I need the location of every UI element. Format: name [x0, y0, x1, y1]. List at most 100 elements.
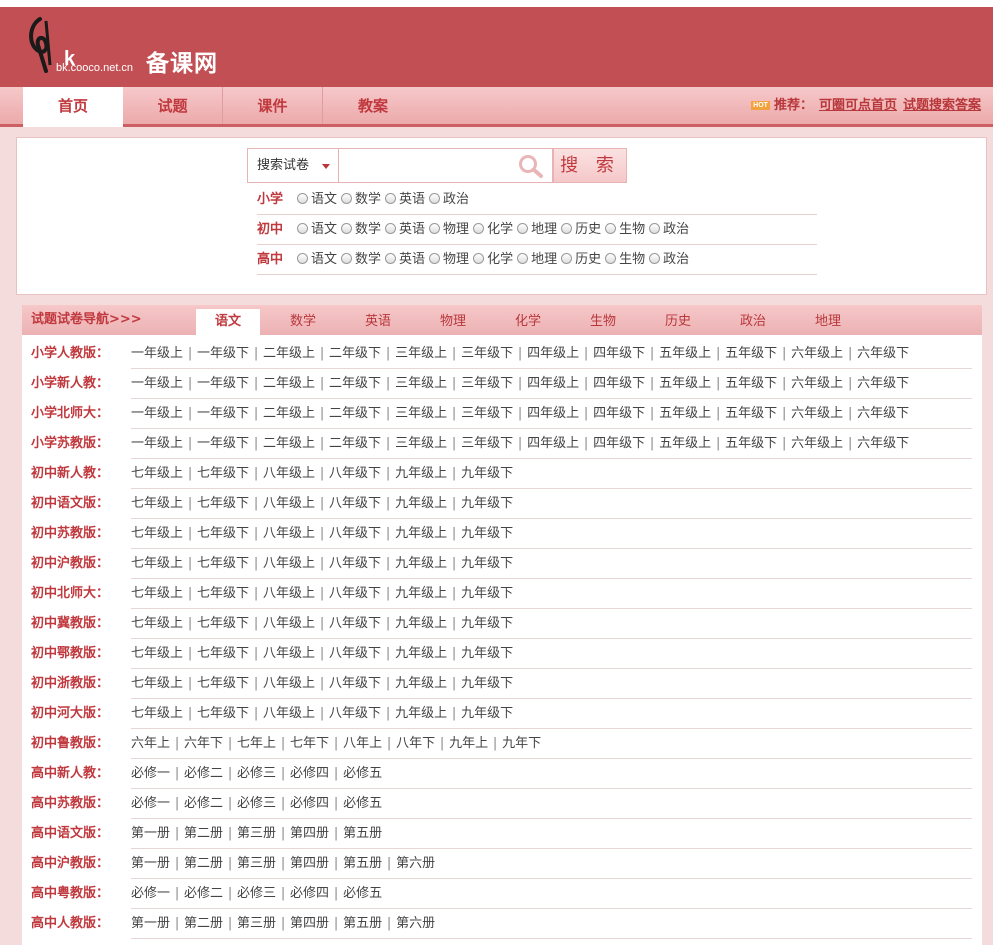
subject-radio-option[interactable]: 政治	[429, 185, 469, 215]
radio-icon[interactable]	[517, 223, 529, 234]
grade-link[interactable]: 八年级上	[263, 609, 315, 639]
grade-link[interactable]: 第六册	[396, 849, 435, 879]
grade-link[interactable]: 八年级上	[263, 459, 315, 489]
grade-link[interactable]: 四年级下	[593, 339, 645, 369]
grade-link[interactable]: 七年级下	[197, 699, 249, 729]
grade-link[interactable]: 必修五	[343, 759, 382, 789]
grade-link[interactable]: 一年级下	[197, 399, 249, 429]
grade-link[interactable]: 八年级上	[263, 519, 315, 549]
grade-link[interactable]: 九年级上	[395, 639, 447, 669]
grade-link[interactable]: 三年级上	[395, 339, 447, 369]
subject-radio-option[interactable]: 数学	[341, 185, 381, 215]
link-question-search[interactable]: 试题搜索答案	[903, 98, 981, 113]
radio-icon[interactable]	[341, 193, 353, 204]
subject-radio-option[interactable]: 语文	[297, 245, 337, 275]
grade-link[interactable]: 七年级上	[131, 609, 183, 639]
grade-link[interactable]: 七年级下	[197, 549, 249, 579]
grade-link[interactable]: 八年下	[396, 729, 435, 759]
grade-link[interactable]: 八年级上	[263, 639, 315, 669]
radio-icon[interactable]	[341, 223, 353, 234]
grade-link[interactable]: 六年级上	[791, 399, 843, 429]
grade-link[interactable]: 九年级上	[395, 519, 447, 549]
subject-radio-option[interactable]: 政治	[649, 245, 689, 275]
radio-icon[interactable]	[429, 253, 441, 264]
subject-radio-option[interactable]: 政治	[649, 215, 689, 245]
grade-link[interactable]: 一年级下	[197, 339, 249, 369]
grade-link[interactable]: 七年级下	[197, 639, 249, 669]
subject-radio-option[interactable]: 化学	[473, 245, 513, 275]
grade-link[interactable]: 八年级下	[329, 579, 381, 609]
grade-link[interactable]: 二年级下	[329, 369, 381, 399]
grade-link[interactable]: 七年级下	[197, 609, 249, 639]
grade-link[interactable]: 七年级上	[131, 579, 183, 609]
grade-link[interactable]: 四年级上	[527, 429, 579, 459]
grade-link[interactable]: 二年级下	[329, 339, 381, 369]
subject-radio-option[interactable]: 历史	[561, 215, 601, 245]
grade-link[interactable]: 九年下	[502, 729, 541, 759]
subject-tab[interactable]: 数学	[271, 309, 335, 335]
grade-link[interactable]: 三年级下	[461, 369, 513, 399]
grade-link[interactable]: 五年级上	[659, 399, 711, 429]
grade-link[interactable]: 七年级下	[197, 669, 249, 699]
subject-radio-option[interactable]: 生物	[605, 245, 645, 275]
logo-name[interactable]: 备课网	[146, 44, 218, 78]
grade-link[interactable]: 九年级上	[395, 489, 447, 519]
link-cooco-home[interactable]: 可圈可点首页	[819, 98, 897, 113]
grade-link[interactable]: 七年级上	[131, 669, 183, 699]
grade-link[interactable]: 四年级下	[593, 369, 645, 399]
grade-link[interactable]: 第四册	[290, 819, 329, 849]
grade-link[interactable]: 八年级下	[329, 609, 381, 639]
grade-link[interactable]: 七年级上	[131, 519, 183, 549]
radio-icon[interactable]	[473, 223, 485, 234]
grade-link[interactable]: 必修五	[343, 879, 382, 909]
grade-link[interactable]: 四年级上	[527, 339, 579, 369]
subject-radio-option[interactable]: 数学	[341, 245, 381, 275]
grade-link[interactable]: 第三册	[237, 819, 276, 849]
grade-link[interactable]: 六年级上	[791, 429, 843, 459]
search-button[interactable]: 搜 索	[553, 148, 627, 183]
radio-icon[interactable]	[429, 223, 441, 234]
grade-link[interactable]: 四年级上	[527, 399, 579, 429]
grade-link[interactable]: 七年级上	[131, 549, 183, 579]
grade-link[interactable]: 三年级上	[395, 369, 447, 399]
nav-tab-home[interactable]: 首页	[23, 87, 123, 127]
grade-link[interactable]: 第一册	[131, 909, 170, 939]
grade-link[interactable]: 八年级上	[263, 669, 315, 699]
grade-link[interactable]: 四年级下	[593, 399, 645, 429]
grade-link[interactable]: 九年级下	[461, 699, 513, 729]
subject-radio-option[interactable]: 物理	[429, 245, 469, 275]
radio-icon[interactable]	[473, 253, 485, 264]
grade-link[interactable]: 必修三	[237, 789, 276, 819]
grade-link[interactable]: 九年级下	[461, 609, 513, 639]
grade-link[interactable]: 必修四	[290, 789, 329, 819]
search-type-select[interactable]: 搜索试卷	[247, 148, 338, 183]
grade-link[interactable]: 九年级下	[461, 579, 513, 609]
grade-link[interactable]: 九年级上	[395, 459, 447, 489]
subject-radio-option[interactable]: 物理	[429, 215, 469, 245]
grade-link[interactable]: 二年级上	[263, 399, 315, 429]
grade-link[interactable]: 八年级下	[329, 549, 381, 579]
radio-icon[interactable]	[429, 193, 441, 204]
grade-link[interactable]: 二年级下	[329, 429, 381, 459]
subject-tab[interactable]: 英语	[346, 309, 410, 335]
radio-icon[interactable]	[385, 223, 397, 234]
grade-link[interactable]: 七年级下	[197, 459, 249, 489]
radio-icon[interactable]	[561, 223, 573, 234]
grade-link[interactable]: 二年级上	[263, 339, 315, 369]
subject-radio-option[interactable]: 生物	[605, 215, 645, 245]
grade-link[interactable]: 一年级上	[131, 369, 183, 399]
nav-tab-lesson-plans[interactable]: 教案	[323, 87, 423, 124]
radio-icon[interactable]	[561, 253, 573, 264]
grade-link[interactable]: 六年级下	[857, 399, 909, 429]
grade-link[interactable]: 八年级下	[329, 519, 381, 549]
grade-link[interactable]: 第一册	[131, 819, 170, 849]
grade-link[interactable]: 六年下	[184, 729, 223, 759]
grade-link[interactable]: 六年级下	[857, 429, 909, 459]
grade-link[interactable]: 七年下	[290, 729, 329, 759]
grade-link[interactable]: 必修三	[237, 879, 276, 909]
grade-link[interactable]: 三年级下	[461, 399, 513, 429]
grade-link[interactable]: 三年级上	[395, 429, 447, 459]
grade-link[interactable]: 一年级上	[131, 399, 183, 429]
grade-link[interactable]: 三年级上	[395, 399, 447, 429]
subject-tab[interactable]: 历史	[646, 309, 710, 335]
